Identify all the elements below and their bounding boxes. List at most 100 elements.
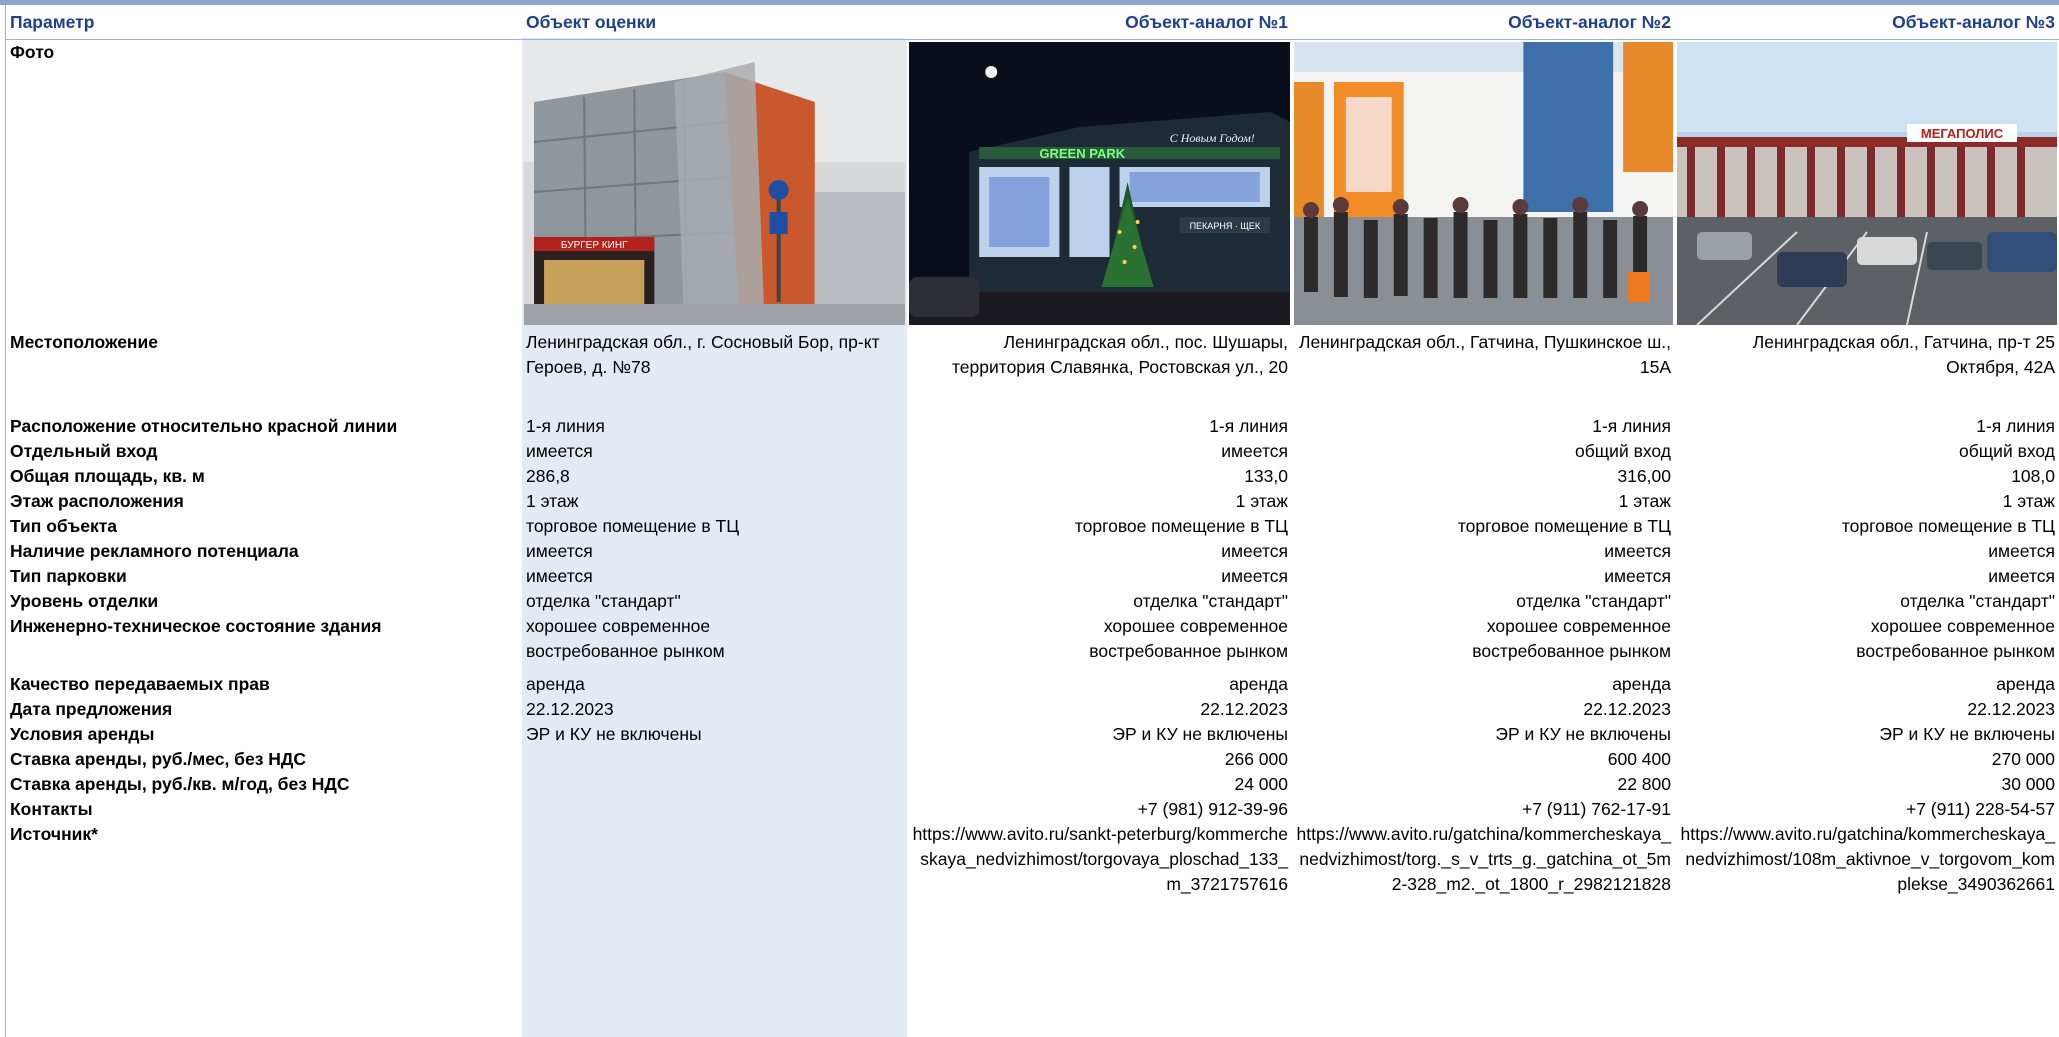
cell-analog-3: хорошее современное востребованное рынко… — [1856, 616, 2055, 661]
cell-analog-3: Ленинградская обл., Гатчина, пр-т 25 Окт… — [1752, 332, 2055, 377]
row-lease-terms: Условия аренды ЭР и КУ не включены ЭР и … — [6, 722, 2059, 747]
cell-analog-3: аренда — [1996, 674, 2055, 694]
svg-text:ПЕКАРНЯ · ЩЕК: ПЕКАРНЯ · ЩЕК — [1190, 221, 1261, 231]
row-label: Наличие рекламного потенциала — [10, 541, 299, 561]
cell-object — [522, 747, 907, 772]
cell-object — [522, 797, 907, 822]
row-label: Уровень отделки — [10, 591, 159, 611]
photo-analog3-icon: МЕГАПОЛИС — [1677, 42, 2057, 325]
row-label: Ставка аренды, руб./кв. м/год, без НДС — [10, 774, 350, 794]
photo-cell-analog-2 — [1292, 40, 1675, 331]
cell-object: Ленинградская обл., г. Сосновый Бор, пр-… — [526, 332, 880, 377]
cell-analog-1: 133,0 — [1244, 466, 1288, 486]
row-area: Общая площадь, кв. м 286,8 133,0 316,00 … — [6, 464, 2059, 489]
cell-object: имеется — [526, 541, 593, 561]
cell-analog-1: торговое помещение в ТЦ — [1074, 516, 1288, 536]
photo-cell-analog-3: МЕГАПОЛИС — [1675, 40, 2059, 331]
cell-object: 286,8 — [526, 466, 570, 486]
cell-analog-2: 316,00 — [1617, 466, 1671, 486]
cell-analog-2: ЭР и КУ не включены — [1495, 724, 1671, 744]
cell-analog-3: 1-я линия — [1976, 416, 2055, 436]
cell-analog-2: 22.12.2023 — [1583, 699, 1671, 719]
photo-analog1-icon: GREEN PARK С Новым Годом! ПЕКАРНЯ · ЩЕК — [909, 42, 1290, 325]
cell-object: хорошее современное востребованное рынко… — [526, 616, 725, 661]
row-label: Тип объекта — [10, 516, 118, 536]
row-rent-sqm-year: Ставка аренды, руб./кв. м/год, без НДС 2… — [6, 772, 2059, 797]
row-label: Фото — [10, 42, 55, 62]
cell-analog-1: хорошее современное востребованное рынко… — [1089, 616, 1288, 661]
row-label: Условия аренды — [10, 724, 155, 744]
cell-analog-2: 22 800 — [1617, 774, 1671, 794]
cell-analog-3: общий вход — [1959, 441, 2055, 461]
cell-object: 22.12.2023 — [526, 699, 614, 719]
cell-object: ЭР и КУ не включены — [526, 724, 702, 744]
row-label: Этаж расположения — [10, 491, 184, 511]
row-ad-potential: Наличие рекламного потенциала имеется им… — [6, 539, 2059, 564]
row-label: Общая площадь, кв. м — [10, 466, 205, 486]
cell-object: имеется — [526, 566, 593, 586]
cell-analog-1: 266 000 — [1224, 749, 1288, 769]
row-finish: Уровень отделки отделка "стандарт" отдел… — [6, 589, 2059, 614]
cell-analog-1: отделка "стандарт" — [1133, 591, 1288, 611]
row-offer-date: Дата предложения 22.12.2023 22.12.2023 2… — [6, 697, 2059, 722]
cell-object: имеется — [526, 441, 593, 461]
row-entrance: Отдельный вход имеется имеется общий вхо… — [6, 439, 2059, 464]
photo-cell-analog-1: GREEN PARK С Новым Годом! ПЕКАРНЯ · ЩЕК — [907, 40, 1292, 331]
cell-analog-3: имеется — [1988, 566, 2055, 586]
cell-analog-3: имеется — [1988, 541, 2055, 561]
row-source: Источник* https://www.avito.ru/sankt-pet… — [6, 822, 2059, 932]
cell-analog-1: ЭР и КУ не включены — [1112, 724, 1288, 744]
cell-analog-2: имеется — [1604, 541, 1671, 561]
cell-analog-2: хорошее современное востребованное рынко… — [1472, 616, 1671, 661]
row-label: Контакты — [10, 799, 93, 819]
cell-object: торговое помещение в ТЦ — [526, 516, 740, 536]
header-parameter: Параметр — [6, 5, 522, 40]
header-row: Параметр Объект оценки Объект-аналог №1 … — [6, 5, 2059, 40]
cell-analog-1: имеется — [1221, 541, 1288, 561]
row-object-type: Тип объекта торговое помещение в ТЦ торг… — [6, 514, 2059, 539]
cell-object — [522, 822, 907, 932]
row-rights: Качество передаваемых прав аренда аренда… — [6, 672, 2059, 697]
cell-analog-3: торговое помещение в ТЦ — [1841, 516, 2055, 536]
cell-analog-3: ЭР и КУ не включены — [1879, 724, 2055, 744]
cell-analog-3: 108,0 — [2011, 466, 2055, 486]
cell-analog-1: 24 000 — [1234, 774, 1288, 794]
cell-analog-1: 1 этаж — [1235, 491, 1288, 511]
cell-analog-3: 1 этаж — [2002, 491, 2055, 511]
cell-analog-3: 30 000 — [2001, 774, 2055, 794]
svg-text:МЕГАПОЛИС: МЕГАПОЛИС — [1921, 126, 2004, 141]
cell-object: 1-я линия — [526, 416, 605, 436]
header-object: Объект оценки — [522, 5, 907, 40]
cell-analog-3: отделка "стандарт" — [1900, 591, 2055, 611]
svg-text:С Новым Годом!: С Новым Годом! — [1170, 131, 1255, 145]
row-label: Качество передаваемых прав — [10, 674, 270, 694]
cell-analog-2: отделка "стандарт" — [1516, 591, 1671, 611]
cell-analog-1: аренда — [1229, 674, 1288, 694]
row-label: Расположение относительно красной линии — [10, 416, 398, 436]
photo-analog2-icon — [1294, 42, 1673, 325]
photo-object-icon: БУРГЕР КИНГ — [524, 42, 905, 325]
photo-cell-object: БУРГЕР КИНГ — [522, 40, 907, 331]
cell-analog-2: имеется — [1604, 566, 1671, 586]
cell-analog-2: +7 (911) 762-17-91 — [1521, 799, 1671, 819]
row-label: Инженерно-техническое состояние здания — [10, 616, 382, 636]
cell-analog-3: +7 (911) 228-54-57 — [1905, 799, 2055, 819]
row-label: Тип парковки — [10, 566, 127, 586]
header-analog-2: Объект-аналог №2 — [1292, 5, 1675, 40]
row-label: Источник* — [10, 824, 98, 844]
row-label: Дата предложения — [10, 699, 173, 719]
header-analog-3: Объект-аналог №3 — [1675, 5, 2059, 40]
cell-analog-2: общий вход — [1575, 441, 1671, 461]
cell-analog-1: 22.12.2023 — [1200, 699, 1288, 719]
cell-analog-3: 22.12.2023 — [1967, 699, 2055, 719]
cell-analog-2: аренда — [1612, 674, 1671, 694]
row-label: Отдельный вход — [10, 441, 158, 461]
cell-analog-2: 600 400 — [1607, 749, 1671, 769]
row-floor: Этаж расположения 1 этаж 1 этаж 1 этаж 1… — [6, 489, 2059, 514]
cell-object: аренда — [526, 674, 585, 694]
source-link-analog-3[interactable]: https://www.avito.ru/gatchina/kommerches… — [1675, 822, 2059, 932]
photo-row: Фото БУРГЕР КИНГ GREEN PARK С Новым Годо… — [6, 40, 2059, 331]
row-contacts: Контакты +7 (981) 912-39-96 +7 (911) 762… — [6, 797, 2059, 822]
source-link-analog-2[interactable]: https://www.avito.ru/gatchina/kommerches… — [1292, 822, 1675, 932]
source-link-analog-1[interactable]: https://www.avito.ru/sankt-peterburg/kom… — [907, 822, 1292, 932]
